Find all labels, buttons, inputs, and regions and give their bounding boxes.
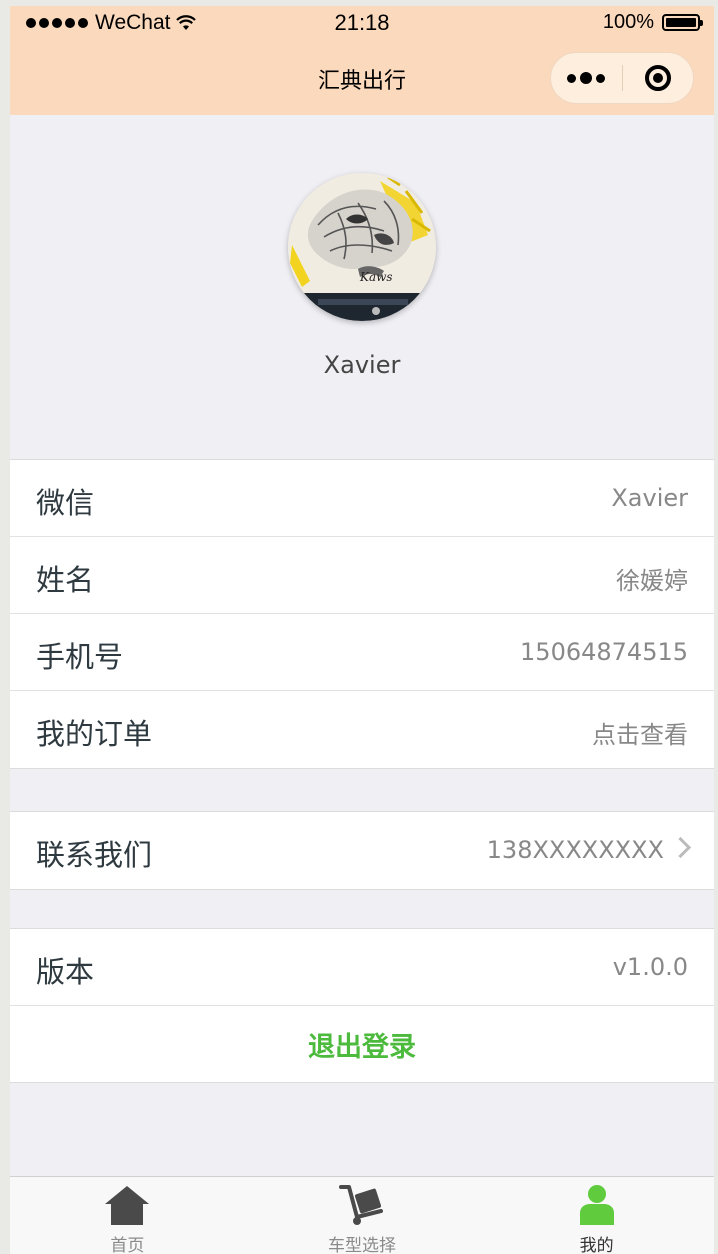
tab-car-models[interactable]: 车型选择 <box>245 1177 480 1254</box>
row-version: 版本 v1.0.0 <box>10 929 714 1006</box>
home-icon <box>105 1186 150 1225</box>
version-value: v1.0.0 <box>612 953 688 981</box>
svg-text:Kaws: Kaws <box>359 270 393 284</box>
phone-screen: WeChat 21:18 100% 汇典出行 Kaws Xavier 微信 Xa… <box>10 6 714 1254</box>
row-label: 联系我们 <box>36 838 153 872</box>
miniprogram-capsule <box>550 52 694 104</box>
row-label: 手机号 <box>36 640 124 674</box>
row-value: 15064874515 <box>520 638 688 666</box>
status-bar: WeChat 21:18 100% <box>10 6 714 42</box>
tab-label: 我的 <box>579 1236 614 1254</box>
logout-button[interactable]: 退出登录 <box>10 1006 714 1082</box>
more-button[interactable] <box>551 53 622 103</box>
battery-icon <box>662 14 703 31</box>
info-group: 微信 Xavier 姓名 徐媛婷 手机号 15064874515 我的订单 点击… <box>10 459 714 769</box>
row-wechat: 微信 Xavier <box>10 460 714 537</box>
row-name: 姓名 徐媛婷 <box>10 537 714 614</box>
target-icon <box>644 65 671 91</box>
user-icon <box>579 1185 614 1225</box>
row-value: 徐媛婷 <box>616 567 688 595</box>
tab-mine[interactable]: 我的 <box>479 1177 714 1254</box>
row-label: 版本 <box>36 955 95 989</box>
row-label: 微信 <box>36 486 95 520</box>
tab-home[interactable]: 首页 <box>10 1177 245 1254</box>
contact-phone: 138XXXXXXXX <box>486 836 664 864</box>
tab-label: 车型选择 <box>328 1236 396 1254</box>
cart-icon <box>339 1185 383 1225</box>
contact-group: 联系我们 138XXXXXXXX <box>10 811 714 890</box>
tab-bar: 首页 车型选择 我的 <box>10 1176 714 1254</box>
battery-percent: 100% <box>602 11 654 33</box>
chevron-right-icon <box>669 836 692 859</box>
avatar[interactable]: Kaws <box>288 173 436 321</box>
avatar-sketch-image: Kaws <box>288 173 436 321</box>
row-label: 姓名 <box>36 563 95 597</box>
row-value: Xavier <box>611 484 688 512</box>
row-my-orders[interactable]: 我的订单 点击查看 <box>10 691 714 768</box>
about-group: 版本 v1.0.0 退出登录 <box>10 928 714 1083</box>
header: WeChat 21:18 100% 汇典出行 <box>10 6 714 115</box>
row-phone: 手机号 15064874515 <box>10 614 714 691</box>
tab-label: 首页 <box>110 1236 145 1254</box>
view-orders-link[interactable]: 点击查看 <box>592 715 688 750</box>
close-miniprogram-button[interactable] <box>623 53 694 103</box>
profile-section: Kaws Xavier <box>10 115 714 459</box>
profile-username: Xavier <box>323 351 401 379</box>
battery-status: 100% <box>602 11 703 34</box>
row-label: 我的订单 <box>36 717 153 751</box>
row-contact-us[interactable]: 联系我们 138XXXXXXXX <box>10 812 714 889</box>
